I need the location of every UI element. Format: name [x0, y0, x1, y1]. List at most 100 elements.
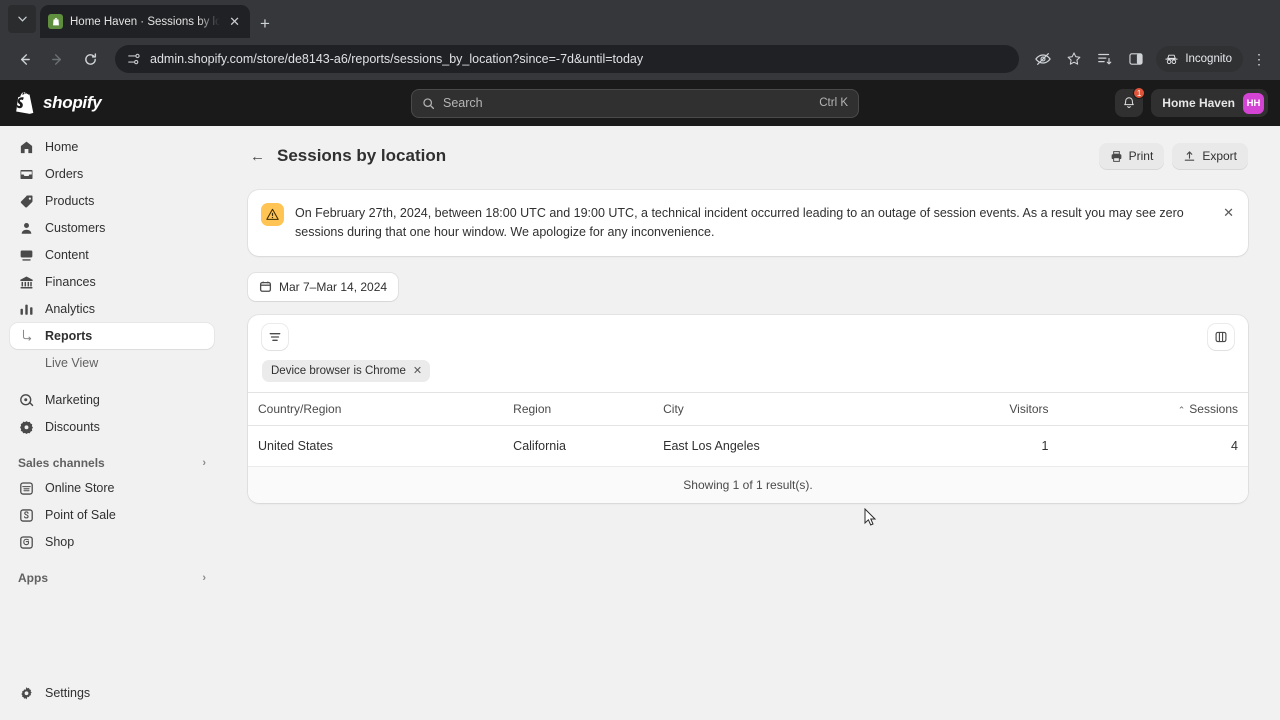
nav-gap [10, 377, 214, 387]
warning-triangle-icon [261, 203, 284, 226]
sidebar-item-home[interactable]: Home [10, 134, 214, 160]
close-icon[interactable]: ✕ [1223, 203, 1234, 243]
sidebar-item-label: Shop [45, 535, 75, 549]
columns-icon [1215, 332, 1227, 343]
sidebar-item-orders[interactable]: Orders [10, 161, 214, 187]
bookmark-star-icon[interactable] [1061, 46, 1087, 72]
side-panel-icon[interactable] [1123, 46, 1149, 72]
close-icon[interactable]: ✕ [413, 364, 422, 377]
date-range-label: Mar 7–Mar 14, 2024 [279, 279, 388, 294]
filter-chip-label: Device browser is Chrome [271, 364, 406, 377]
home-icon [18, 139, 35, 156]
page-settings-icon[interactable] [127, 52, 141, 66]
sidebar-item-shop[interactable]: Shop [10, 529, 214, 555]
cell-country: United States [248, 425, 514, 467]
search-shortcut: Ctrl K [819, 97, 848, 109]
table-body: United States California East Los Angele… [248, 425, 1248, 467]
notification-count-badge: 1 [1132, 87, 1146, 99]
storefront-icon [18, 480, 35, 497]
column-header-city[interactable]: City [663, 391, 938, 426]
print-button[interactable]: Print [1098, 142, 1165, 170]
printer-icon [1111, 150, 1121, 162]
arrow-right-icon [51, 53, 61, 65]
shopify-bag-icon [48, 14, 63, 29]
tracking-protection-icon[interactable] [1030, 46, 1056, 72]
shopify-logo[interactable]: shopify [12, 92, 197, 114]
sidebar-item-settings[interactable]: Settings [10, 685, 214, 711]
nav-gap [10, 556, 214, 566]
forward-button[interactable] [43, 45, 71, 73]
nav-gap [10, 441, 214, 451]
cell-sessions: 4 [1048, 425, 1248, 467]
incognito-indicator[interactable]: Incognito [1156, 46, 1243, 72]
search-input[interactable]: Search Ctrl K [411, 88, 859, 118]
sidebar-section-label: Apps [18, 571, 48, 585]
store-menu-button[interactable]: Home Haven HH [1151, 89, 1268, 117]
orders-icon [18, 166, 35, 183]
sidebar-section-label: Sales channels [18, 456, 105, 470]
column-header-country[interactable]: Country/Region [248, 391, 514, 426]
sidebar-section-apps[interactable]: Apps › [10, 566, 214, 590]
export-button[interactable]: Export [1172, 142, 1248, 170]
gear-icon [18, 685, 35, 702]
sub-branch-spacer-icon [18, 355, 35, 372]
column-header-sessions-label: Sessions [1189, 401, 1238, 416]
filter-button[interactable] [262, 324, 288, 351]
app-topbar: shopify Search Ctrl K 1 Home Haven HH [0, 80, 1280, 126]
browser-toolbar: admin.shopify.com/store/de8143-a6/report… [0, 38, 1280, 80]
incognito-label: Incognito [1185, 53, 1232, 65]
bar-chart-icon [18, 301, 35, 318]
sort-ascending-icon: ⌃ [1177, 404, 1186, 415]
cell-region: California [513, 425, 664, 467]
sidebar-item-marketing[interactable]: Marketing [10, 387, 214, 413]
table-head: Country/Region Region City Visitors ⌃ Ses… [248, 391, 1248, 426]
cell-visitors: 1 [937, 425, 1049, 467]
sidebar-item-online-store[interactable]: Online Store [10, 475, 214, 501]
sidebar: Home Orders Products Customers Content F… [0, 126, 224, 712]
brand-wordmark: shopify [43, 93, 102, 112]
export-label: Export [1202, 149, 1237, 163]
avatar: HH [1243, 92, 1264, 114]
report-card: Device browser is Chrome ✕ Country/Regio… [248, 314, 1248, 503]
sidebar-item-live-view[interactable]: Live View [10, 350, 214, 376]
column-header-visitors[interactable]: Visitors [937, 391, 1049, 426]
sidebar-item-reports[interactable]: Reports [10, 323, 214, 349]
tab-search-button[interactable] [8, 5, 36, 33]
megaphone-icon [18, 392, 35, 409]
sidebar-section-sales-channels[interactable]: Sales channels › [10, 451, 214, 475]
sidebar-item-label: Live View [45, 356, 99, 370]
notifications-button[interactable]: 1 [1115, 87, 1146, 117]
sidebar-item-point-of-sale[interactable]: Point of Sale [10, 502, 214, 528]
browser-menu-button[interactable]: ⋮ [1248, 51, 1270, 68]
tag-icon [18, 193, 35, 210]
incognito-icon [1165, 54, 1178, 64]
pos-icon [18, 507, 35, 524]
split-screen-icon[interactable] [1092, 46, 1118, 72]
sidebar-item-label: Reports [45, 329, 93, 343]
column-header-region[interactable]: Region [513, 391, 664, 426]
browser-tab[interactable]: Home Haven · Sessions by loca ✕ [40, 5, 250, 38]
applied-filters: Device browser is Chrome ✕ [248, 359, 1248, 392]
table-row[interactable]: United States California East Los Angele… [248, 425, 1248, 467]
reload-button[interactable] [76, 45, 104, 73]
filter-chip[interactable]: Device browser is Chrome ✕ [262, 359, 431, 382]
back-button[interactable] [10, 45, 38, 73]
sidebar-item-customers[interactable]: Customers [10, 215, 214, 241]
results-table: Country/Region Region City Visitors ⌃ Ses… [248, 391, 1248, 467]
sidebar-item-products[interactable]: Products [10, 188, 214, 214]
back-button[interactable]: ← [250, 148, 265, 165]
sidebar-item-analytics[interactable]: Analytics [10, 296, 214, 322]
address-bar[interactable]: admin.shopify.com/store/de8143-a6/report… [115, 45, 1020, 73]
sidebar-item-finances[interactable]: Finances [10, 269, 214, 295]
date-range-picker[interactable]: Mar 7–Mar 14, 2024 [248, 272, 399, 301]
sidebar-item-discounts[interactable]: Discounts [10, 414, 214, 440]
close-icon[interactable]: ✕ [227, 13, 242, 30]
edit-columns-button[interactable] [1208, 324, 1234, 351]
tab-title: Home Haven · Sessions by loca [70, 15, 221, 28]
incident-banner: On February 27th, 2024, between 18:00 UT… [248, 190, 1248, 256]
tab-strip: Home Haven · Sessions by loca ✕ + [0, 0, 1280, 38]
column-header-sessions[interactable]: ⌃ Sessions [1048, 391, 1248, 426]
sidebar-item-label: Finances [45, 275, 96, 289]
sidebar-item-content[interactable]: Content [10, 242, 214, 268]
new-tab-button[interactable]: + [260, 15, 270, 32]
